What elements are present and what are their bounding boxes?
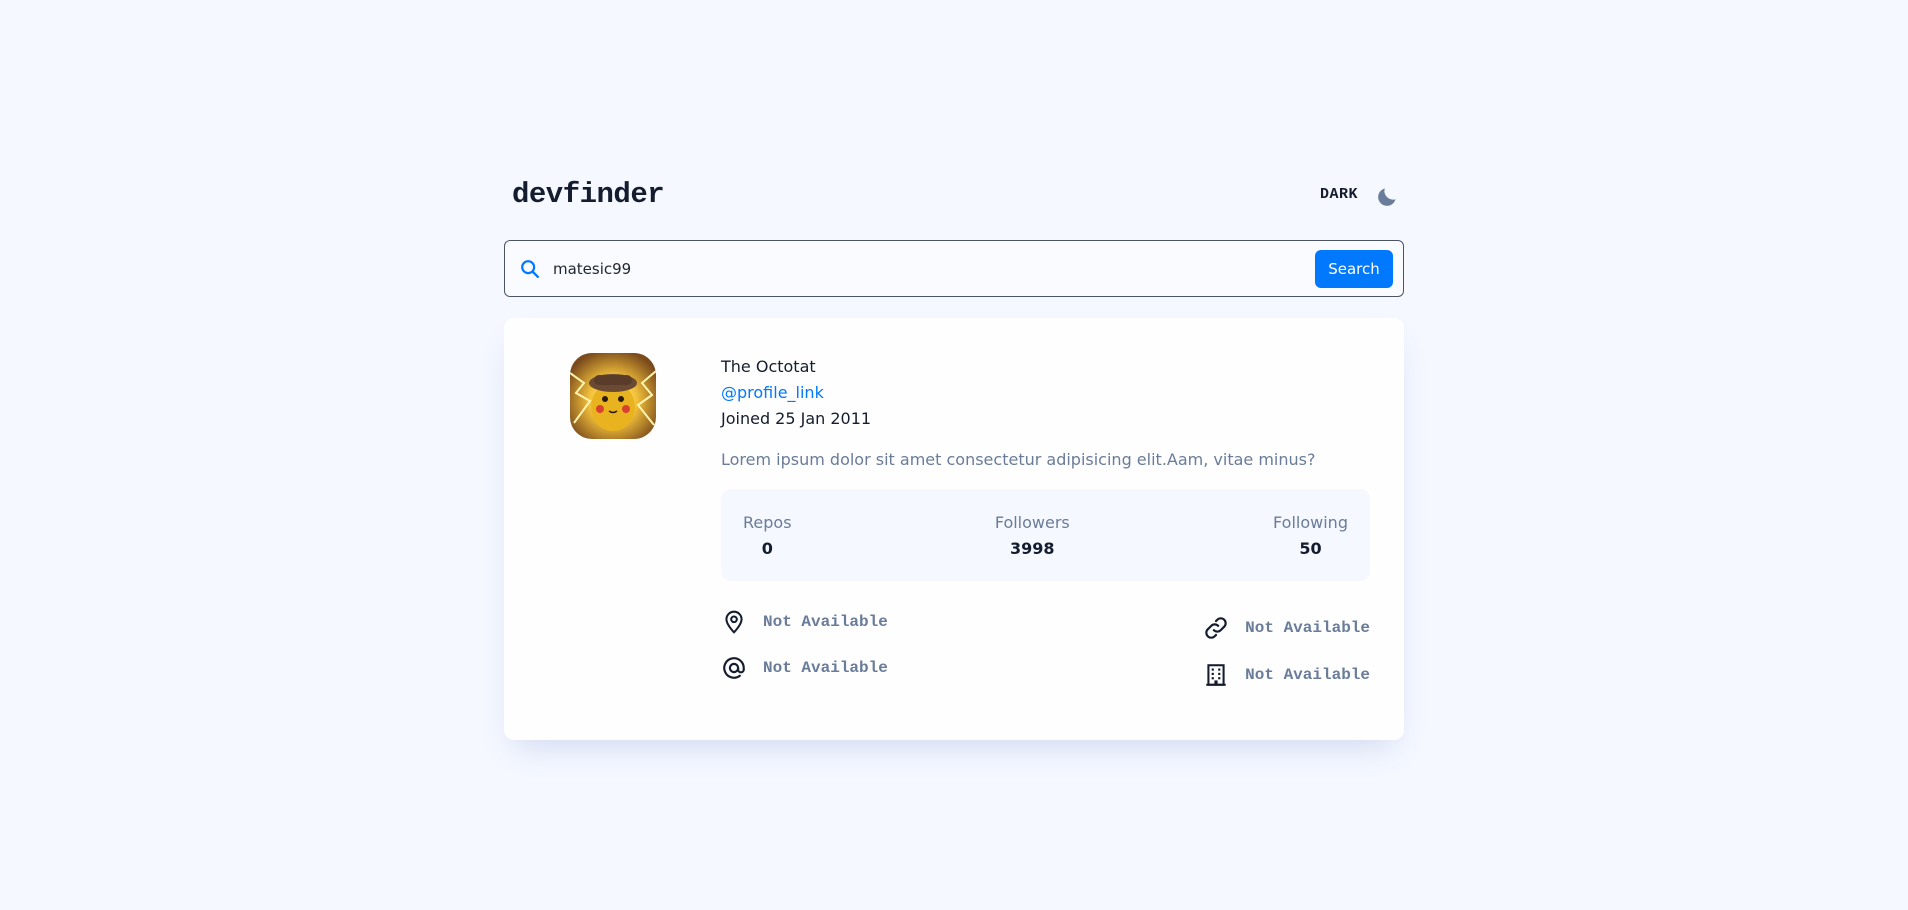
- website-text: Not Available: [1245, 619, 1370, 637]
- theme-toggle[interactable]: DARK: [1320, 180, 1400, 208]
- company-text: Not Available: [1245, 666, 1370, 684]
- header: devfinder DARK: [504, 170, 1404, 218]
- profile-links: Not Available Not Available Not Availabl…: [721, 609, 1370, 699]
- email-item: Not Available: [721, 655, 888, 681]
- theme-toggle-label: DARK: [1319, 185, 1358, 203]
- profile-bio: Lorem ipsum dolor sit amet consectetur a…: [721, 450, 1316, 469]
- search-input[interactable]: [553, 248, 1315, 289]
- location-text: Not Available: [763, 613, 888, 631]
- building-icon: [1203, 662, 1229, 688]
- logo: devfinder: [512, 177, 665, 211]
- profile-card: The Octotat @profile_link Joined 25 Jan …: [504, 318, 1404, 740]
- moon-icon: [1376, 184, 1400, 208]
- stat-followers-value: 3998: [1010, 539, 1055, 558]
- location-item: Not Available: [721, 609, 888, 635]
- joined-date: Joined 25 Jan 2011: [721, 409, 872, 428]
- stat-followers: Followers 3998: [995, 489, 1070, 581]
- stat-following: Following 50: [1273, 489, 1348, 581]
- stats-panel: Repos 0 Followers 3998 Following 50: [721, 489, 1370, 581]
- profile-info: The Octotat @profile_link Joined 25 Jan …: [721, 354, 1370, 699]
- website-item[interactable]: Not Available: [1203, 615, 1370, 641]
- app-container: devfinder DARK Search: [504, 170, 1404, 740]
- stat-repos-label: Repos: [743, 513, 792, 532]
- company-item: Not Available: [1203, 662, 1370, 688]
- search-icon: [519, 258, 541, 280]
- at-sign-icon: [721, 655, 747, 681]
- stat-repos: Repos 0: [743, 489, 792, 581]
- link-icon: [1203, 615, 1229, 641]
- avatar: [570, 353, 656, 439]
- profile-name: The Octotat: [721, 357, 816, 376]
- search-bar: Search: [504, 240, 1404, 297]
- stat-following-label: Following: [1273, 513, 1348, 532]
- stat-following-value: 50: [1299, 539, 1322, 558]
- search-button[interactable]: Search: [1315, 249, 1393, 288]
- stat-followers-label: Followers: [994, 513, 1070, 532]
- email-text: Not Available: [763, 659, 888, 677]
- profile-link[interactable]: @profile_link: [721, 380, 1370, 406]
- location-pin-icon: [721, 609, 747, 635]
- stat-repos-value: 0: [761, 539, 773, 558]
